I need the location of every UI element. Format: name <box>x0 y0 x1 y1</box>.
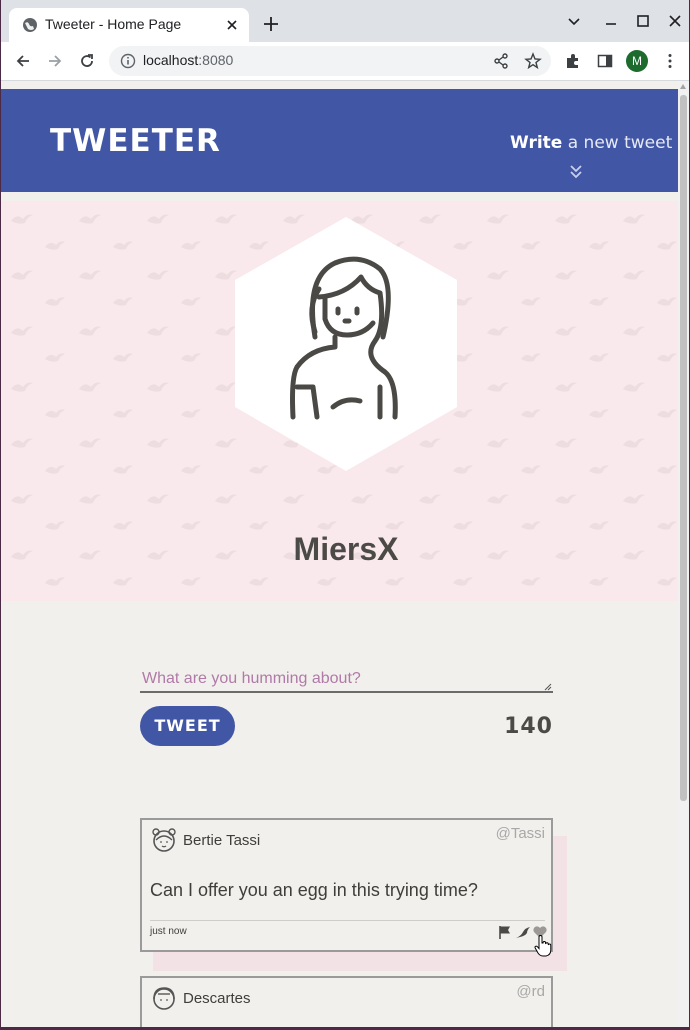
tweet-author-avatar <box>152 828 176 852</box>
tweet-submit-button[interactable]: Tweet <box>140 706 235 746</box>
close-tab-icon[interactable] <box>224 17 240 33</box>
browser-tab[interactable]: Tweeter - Home Page <box>9 8 249 42</box>
profile-avatar[interactable]: M <box>626 50 648 72</box>
tab-title: Tweeter - Home Page <box>45 16 182 32</box>
tweet-divider <box>150 920 545 921</box>
tweet-author-avatar <box>153 987 175 1010</box>
address-bar[interactable]: localhost:8080 <box>109 46 551 76</box>
tweet-card: Bertie Tassi @Tassi Can I offer you an e… <box>140 818 553 952</box>
minimize-icon[interactable] <box>602 12 620 30</box>
tweet-content: Can I offer you an egg in this trying ti… <box>150 880 478 900</box>
scrollbar-thumb[interactable] <box>680 95 687 801</box>
extensions-puzzle-icon[interactable] <box>564 52 582 70</box>
back-arrow-icon[interactable] <box>13 51 33 71</box>
reload-icon[interactable] <box>77 51 97 71</box>
tweet-author-handle: @Tassi <box>495 825 545 842</box>
site-navbar: Tweeter Write a new tweet <box>1 89 678 192</box>
hand-cursor-icon <box>534 935 552 957</box>
tweet-card: Descartes @rd <box>140 976 553 1027</box>
user-avatar <box>235 217 457 471</box>
globe-icon <box>23 18 37 32</box>
bookmark-star-icon[interactable] <box>524 52 542 70</box>
more-menu-icon[interactable] <box>661 52 679 70</box>
browser-toolbar: localhost:8080 M <box>1 42 689 80</box>
forward-arrow-icon[interactable] <box>45 51 65 71</box>
tweet-author-name: Bertie Tassi <box>183 832 261 849</box>
page-content: Tweeter Write a new tweet <box>1 81 678 1027</box>
side-panel-icon[interactable] <box>596 52 614 70</box>
double-chevron-down-icon[interactable] <box>568 163 584 179</box>
share-icon[interactable] <box>492 52 510 70</box>
write-tweet-link[interactable]: Write a new tweet <box>510 133 672 153</box>
browser-window: Tweeter - Home Page localhost:8080 M TWE… <box>1 0 689 1027</box>
character-counter: 140 <box>504 714 553 739</box>
write-bold-label: Write <box>510 133 563 153</box>
tab-search-chevron-icon[interactable] <box>565 12 583 30</box>
maximize-icon[interactable] <box>634 12 652 30</box>
tweet-textarea-placeholder: What are you humming about? <box>142 670 361 687</box>
tab-strip: Tweeter - Home Page <box>1 0 689 42</box>
retweet-bird-icon[interactable] <box>515 924 531 940</box>
tweet-author-name: Descartes <box>183 990 251 1007</box>
write-rest-label: a new tweet <box>567 133 673 153</box>
profile-header: MiersX <box>1 201 678 601</box>
url-text[interactable]: localhost:8080 <box>143 52 233 68</box>
flag-icon[interactable] <box>497 924 513 940</box>
scroll-up-arrow-icon[interactable] <box>680 84 686 89</box>
tweet-author-handle: @rd <box>516 983 545 1000</box>
brand-logo[interactable]: Tweeter <box>50 123 221 159</box>
tweet-timestamp: just now <box>150 926 187 937</box>
profile-username: MiersX <box>293 531 399 567</box>
info-icon[interactable] <box>120 53 136 69</box>
textarea-resize-handle-icon[interactable] <box>543 682 552 691</box>
new-tab-icon[interactable] <box>261 14 281 34</box>
close-window-icon[interactable] <box>666 12 684 30</box>
page-scrollbar[interactable] <box>678 81 689 1027</box>
tweet-textarea[interactable]: What are you humming about? <box>140 668 553 693</box>
